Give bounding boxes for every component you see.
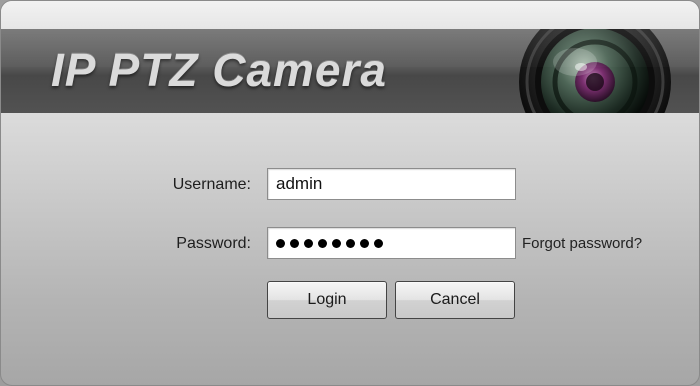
- password-mask-dot: [276, 238, 285, 248]
- forgot-password-link[interactable]: Forgot password?: [522, 235, 642, 252]
- password-label: Password:: [176, 235, 251, 252]
- username-label: Username:: [172, 176, 251, 193]
- login-panel: IP PTZ Camera Username: admin Password: …: [0, 0, 700, 386]
- password-mask-dot: [374, 238, 383, 248]
- login-button[interactable]: Login: [267, 281, 387, 319]
- username-field[interactable]: admin: [267, 168, 516, 200]
- banner-title: IP PTZ Camera: [51, 44, 387, 96]
- password-mask-dot: [346, 238, 355, 248]
- password-mask-dot: [318, 238, 327, 248]
- password-mask-dot: [304, 238, 313, 248]
- banner: IP PTZ Camera: [1, 29, 699, 113]
- password-field[interactable]: [267, 227, 516, 259]
- password-mask-dot: [332, 238, 341, 248]
- top-strip: [1, 1, 699, 29]
- cancel-button[interactable]: Cancel: [395, 281, 515, 319]
- password-mask-dot: [360, 238, 369, 248]
- camera-lens-icon: [519, 29, 671, 113]
- password-mask-dot: [290, 238, 299, 248]
- password-mask: [276, 228, 507, 258]
